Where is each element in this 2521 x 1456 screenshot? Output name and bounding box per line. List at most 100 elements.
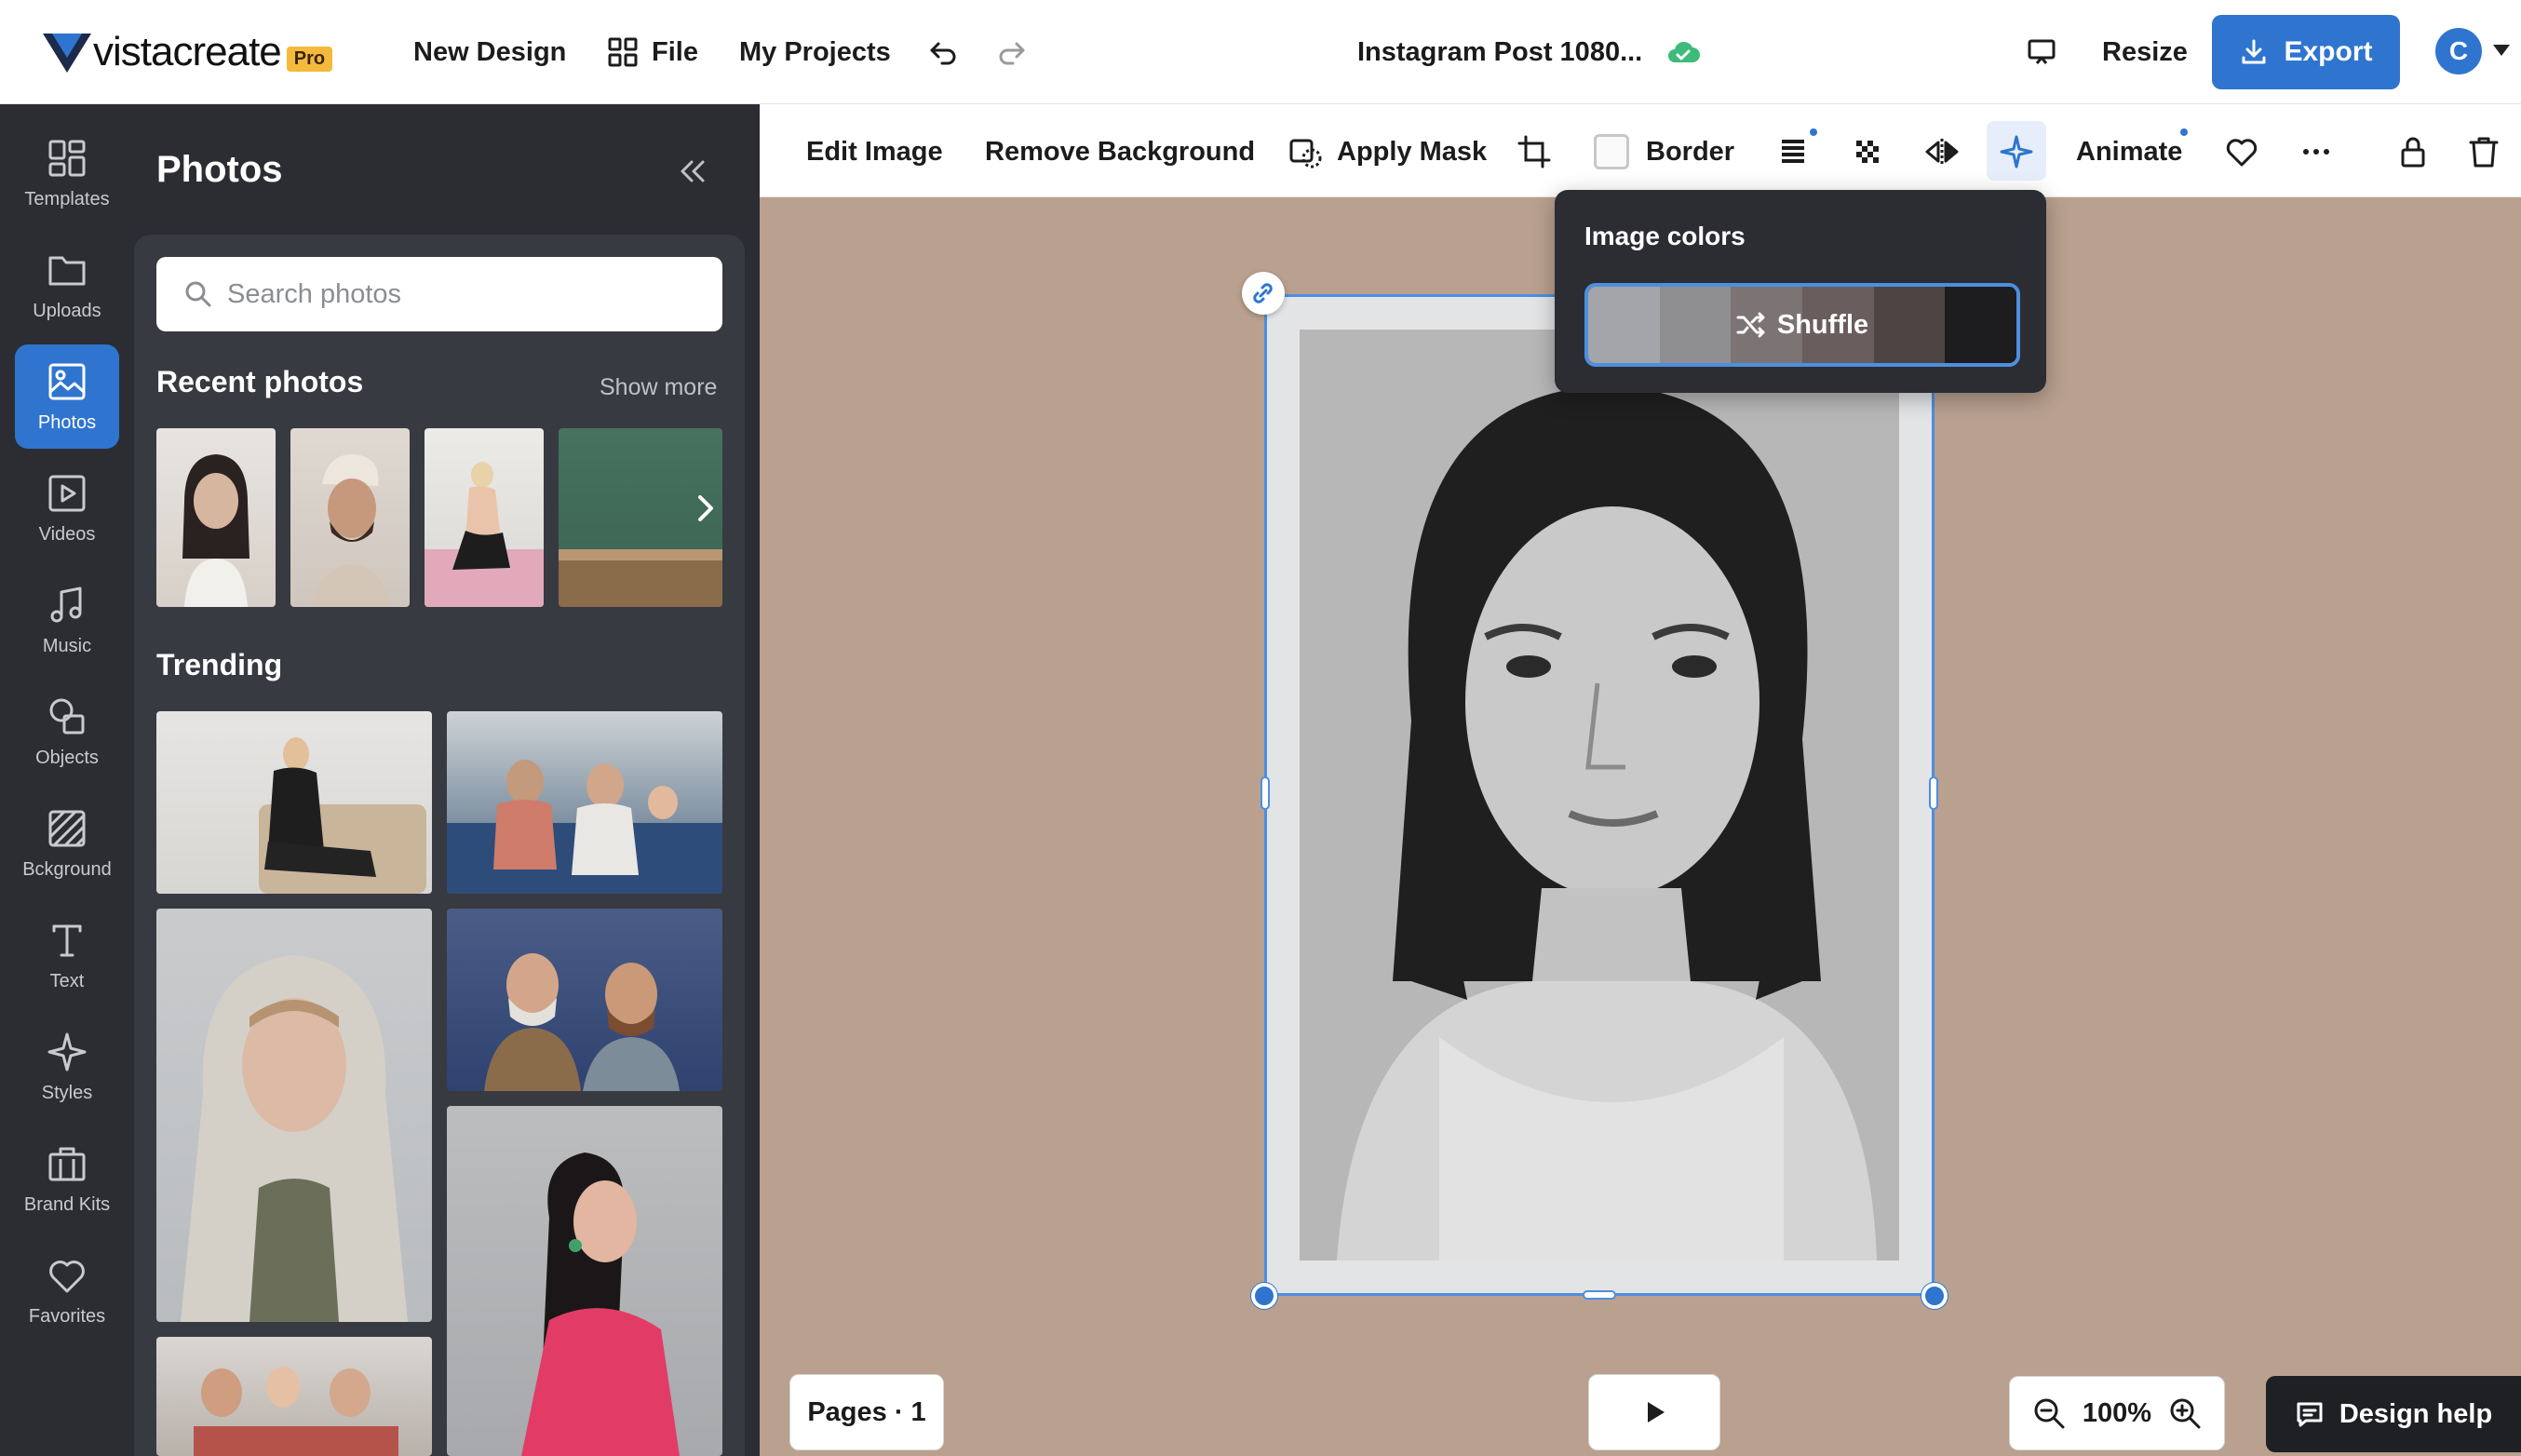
shuffle-button[interactable]: Shuffle xyxy=(1588,287,2016,363)
download-icon xyxy=(2242,39,2266,64)
zoom-in-icon[interactable] xyxy=(2168,1396,2202,1430)
pro-badge: Pro xyxy=(286,46,333,72)
zoom-level: 100% xyxy=(2082,1397,2152,1428)
resize-handle-right[interactable] xyxy=(1929,776,1938,810)
trending-photo-thumb[interactable] xyxy=(156,1337,432,1456)
resize-handle-left[interactable] xyxy=(1260,776,1270,810)
yoga-woman-image xyxy=(425,462,544,607)
animate-button[interactable]: Animate xyxy=(2076,128,2182,175)
delete-button[interactable] xyxy=(2465,128,2502,175)
apply-mask-button[interactable]: Apply Mask xyxy=(1287,128,1487,175)
pages-button[interactable]: Pages · 1 xyxy=(789,1374,944,1450)
flip-button[interactable] xyxy=(1923,128,1961,175)
crop-button[interactable] xyxy=(1516,128,1553,175)
rail-item-photos[interactable]: Photos xyxy=(15,344,119,449)
cloud-saved-icon xyxy=(1668,41,1701,62)
trending-photo-thumb[interactable] xyxy=(156,909,432,1322)
recent-photo-thumb[interactable] xyxy=(425,428,544,607)
shapes-icon xyxy=(49,698,85,734)
export-label: Export xyxy=(2284,36,2373,67)
flip-icon xyxy=(1925,139,1959,165)
rail-item-styles[interactable]: Styles xyxy=(15,1015,119,1119)
brand-name: vistacreate xyxy=(93,29,282,74)
design-help-button[interactable]: Design help xyxy=(2266,1376,2521,1452)
chevron-right-icon[interactable] xyxy=(687,490,724,527)
magic-colors-button[interactable] xyxy=(1998,128,2035,175)
color-palette[interactable]: Shuffle xyxy=(1584,283,2020,367)
rail-item-templates[interactable]: Templates xyxy=(15,121,119,225)
border-button[interactable]: Border xyxy=(1594,128,1734,175)
show-more-link[interactable]: Show more xyxy=(600,374,717,401)
trending-photo-thumb[interactable] xyxy=(447,711,722,894)
export-button[interactable]: Export xyxy=(2212,15,2400,89)
selection-box xyxy=(1264,294,1935,1296)
favorite-button[interactable] xyxy=(2223,128,2260,175)
remove-background-button[interactable]: Remove Background xyxy=(985,128,1255,175)
trending-photo-thumb[interactable] xyxy=(156,711,432,894)
play-preview-button[interactable] xyxy=(1588,1374,1720,1450)
trending-photo-thumb[interactable] xyxy=(447,909,722,1091)
resize-button[interactable]: Resize xyxy=(2102,28,2188,76)
recent-photo-thumb[interactable] xyxy=(156,428,276,607)
account-caret-icon[interactable] xyxy=(2493,45,2510,56)
portrait-man-image xyxy=(313,453,389,607)
templates-icon xyxy=(48,140,86,176)
recent-photo-thumb[interactable] xyxy=(290,428,410,607)
my-projects-button[interactable]: My Projects xyxy=(739,28,891,76)
zoom-out-icon[interactable] xyxy=(2032,1396,2066,1430)
mask-icon xyxy=(1289,139,1322,169)
new-design-button[interactable]: New Design xyxy=(413,28,566,76)
search-box[interactable] xyxy=(156,257,722,331)
collapse-panel-icon[interactable] xyxy=(676,155,709,188)
photos-panel-content: Recent photos Show more xyxy=(134,235,745,1456)
edit-image-button[interactable]: Edit Image xyxy=(806,128,943,175)
woman-hoodie-image xyxy=(181,955,408,1322)
rail-item-background[interactable]: Bckground xyxy=(15,791,119,896)
rail-item-uploads[interactable]: Uploads xyxy=(15,233,119,337)
transparency-icon xyxy=(1856,141,1879,163)
left-rail: Templates Uploads Photos Videos Music Ob… xyxy=(0,104,134,1456)
rail-label: Photos xyxy=(37,411,97,433)
apply-mask-label: Apply Mask xyxy=(1337,136,1488,167)
rail-item-favorites[interactable]: Favorites xyxy=(15,1238,119,1342)
transparency-button[interactable] xyxy=(1849,128,1886,175)
undo-button[interactable] xyxy=(927,28,972,76)
border-checkbox-icon xyxy=(1594,134,1629,169)
rail-item-objects[interactable]: Objects xyxy=(15,680,119,784)
rail-item-text[interactable]: Text xyxy=(15,903,119,1007)
woman-pink-sweater-image xyxy=(521,1153,680,1456)
shuffle-label: Shuffle xyxy=(1776,309,1869,340)
position-button[interactable] xyxy=(1774,128,1812,175)
rail-label: Bckground xyxy=(22,858,112,880)
sparkle-icon xyxy=(2000,135,2033,169)
user-avatar[interactable]: C xyxy=(2435,28,2482,74)
border-label: Border xyxy=(1646,136,1735,167)
logo-icon xyxy=(43,34,91,73)
redo-button[interactable] xyxy=(996,28,1041,76)
music-icon xyxy=(50,586,82,622)
trending-photo-thumb[interactable] xyxy=(447,1106,722,1456)
play-icon xyxy=(1648,1402,1665,1422)
crop-icon xyxy=(1517,135,1551,169)
search-input[interactable] xyxy=(227,278,693,310)
rail-item-videos[interactable]: Videos xyxy=(15,456,119,560)
lock-button[interactable] xyxy=(2394,128,2432,175)
rail-label: Favorites xyxy=(28,1305,106,1327)
heart-icon xyxy=(2226,139,2258,167)
rail-label: Styles xyxy=(41,1082,93,1103)
lock-icon xyxy=(2401,137,2425,168)
document-title-text: Instagram Post 1080... xyxy=(1357,36,1643,67)
resize-handle-bottom-left[interactable] xyxy=(1251,1283,1277,1309)
file-menu-button[interactable]: File xyxy=(607,28,698,76)
rail-label: Videos xyxy=(38,523,96,545)
vistacreate-logo[interactable]: vistacreate Pro xyxy=(43,26,333,78)
resize-handle-bottom-right[interactable] xyxy=(1921,1283,1948,1309)
rail-item-music[interactable]: Music xyxy=(15,568,119,672)
document-title[interactable]: Instagram Post 1080... xyxy=(1357,28,1701,76)
resize-handle-bottom[interactable] xyxy=(1583,1290,1616,1300)
rotate-handle[interactable] xyxy=(1242,272,1285,315)
presentation-button[interactable] xyxy=(2026,28,2070,76)
more-options-button[interactable] xyxy=(2298,128,2335,175)
rail-item-brand-kits[interactable]: Brand Kits xyxy=(15,1126,119,1231)
trending-title: Trending xyxy=(156,648,283,681)
